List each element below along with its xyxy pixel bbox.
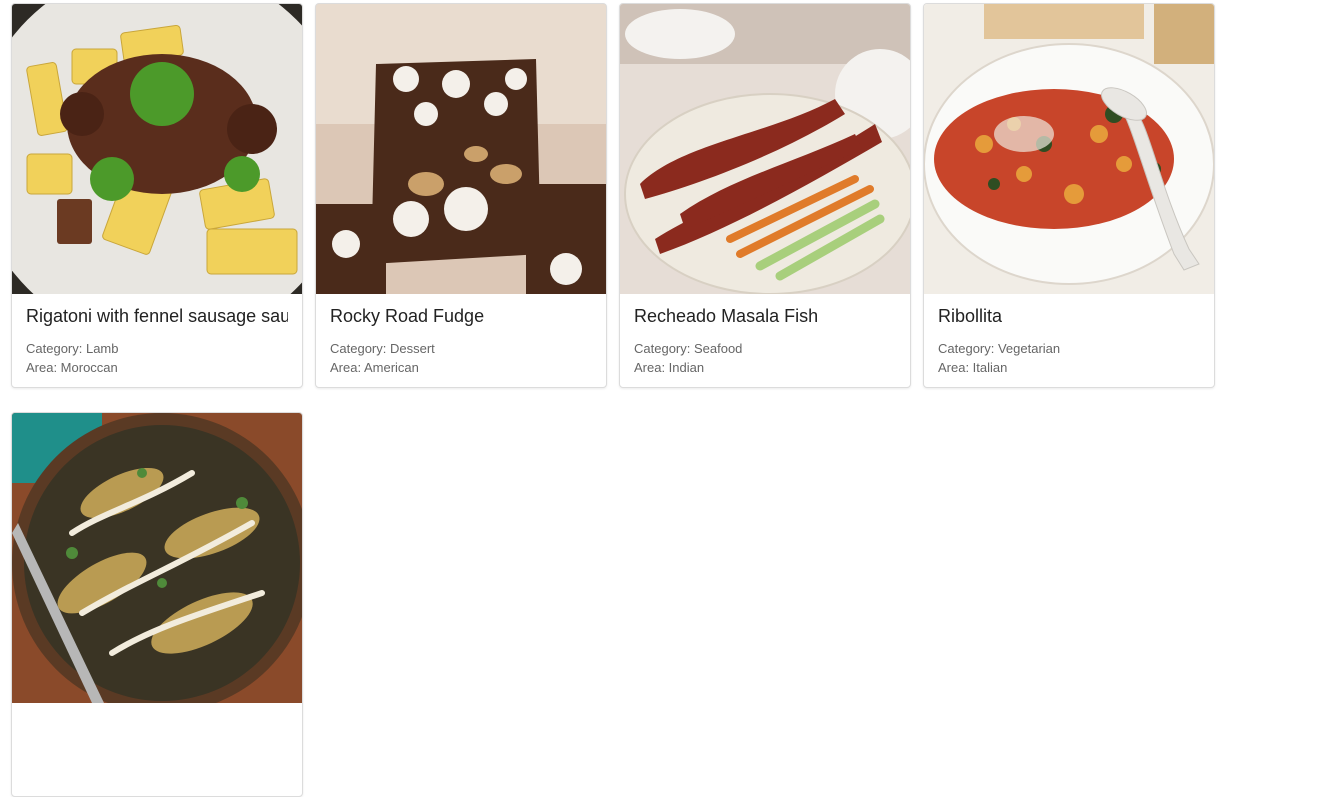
recipe-title[interactable]: Rocky Road Fudge xyxy=(330,306,592,327)
recipe-area: Area: Indian xyxy=(634,360,705,375)
recipe-card[interactable]: Rocky Road Fudge Category: Dessert Area:… xyxy=(315,3,607,388)
recipe-category: Category: Lamb xyxy=(26,341,119,356)
recipe-image[interactable] xyxy=(316,4,606,294)
recipe-card[interactable]: Rigatoni with fennel sausage sauce Categ… xyxy=(11,3,303,388)
recipe-card[interactable] xyxy=(11,412,303,797)
recipe-title[interactable]: Rigatoni with fennel sausage sauce xyxy=(26,306,288,327)
recipe-area: Area: Moroccan xyxy=(26,360,118,375)
recipe-grid: Rigatoni with fennel sausage sauce Categ… xyxy=(11,3,1215,797)
recipe-area: Area: American xyxy=(330,360,419,375)
recipe-card[interactable]: Ribollita Category: Vegetarian Area: Ita… xyxy=(923,3,1215,388)
recipe-image[interactable] xyxy=(12,413,302,703)
recipe-category: Category: Seafood xyxy=(634,341,743,356)
recipe-category: Category: Dessert xyxy=(330,341,435,356)
recipe-category: Category: Vegetarian xyxy=(938,341,1061,356)
recipe-title[interactable]: Ribollita xyxy=(938,306,1200,327)
recipe-area: Area: Italian xyxy=(938,360,1008,375)
recipe-image[interactable] xyxy=(620,4,910,294)
recipe-card[interactable]: Recheado Masala Fish Category: Seafood A… xyxy=(619,3,911,388)
recipe-image[interactable] xyxy=(924,4,1214,294)
recipe-title[interactable]: Recheado Masala Fish xyxy=(634,306,896,327)
recipe-image[interactable] xyxy=(12,4,302,294)
